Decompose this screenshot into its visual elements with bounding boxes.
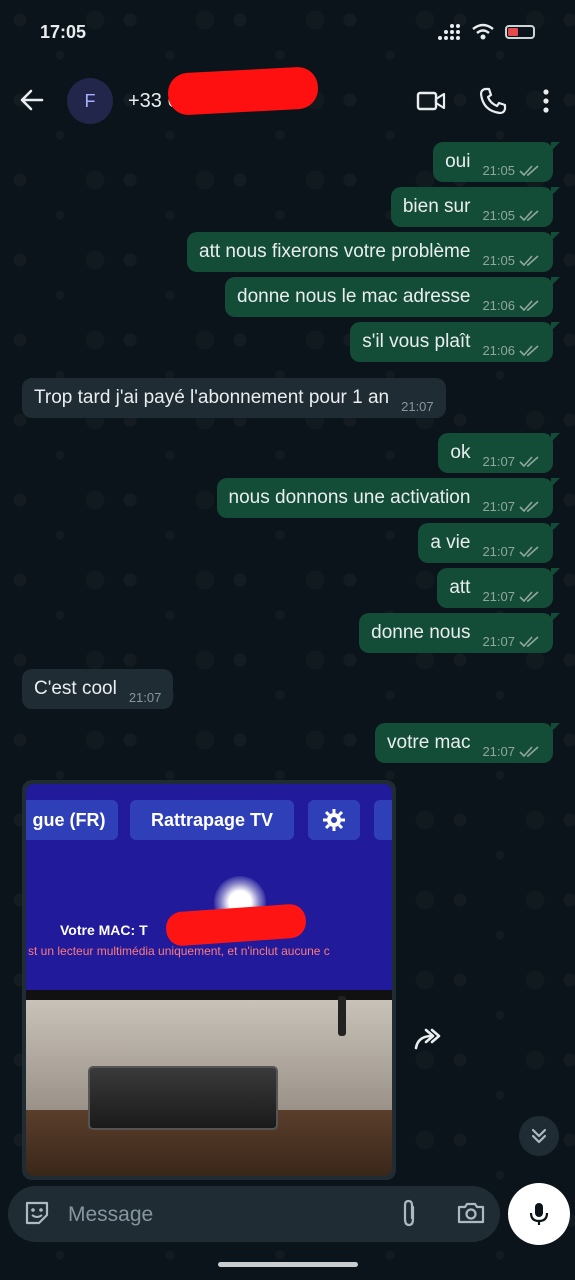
double-check-icon: [519, 345, 539, 356]
outgoing-message[interactable]: votre mac 21:07: [375, 723, 560, 763]
message-time: 21:07: [401, 398, 434, 414]
double-check-icon: [519, 591, 539, 602]
message-text: Trop tard j'ai payé l'abonnement pour 1 …: [34, 387, 390, 408]
signal-icon: [438, 24, 460, 40]
notice-text: st un lecteur multimédia uniquement, et …: [28, 944, 330, 958]
message-text: oui: [445, 151, 471, 172]
double-check-icon: [519, 255, 539, 266]
attach-icon[interactable]: [394, 1198, 424, 1228]
message-meta: 21:07: [129, 690, 162, 705]
incoming-message[interactable]: C'est cool 21:07: [22, 669, 174, 709]
message-input-bar: [8, 1186, 500, 1242]
message-text: a vie: [430, 532, 471, 553]
outgoing-message[interactable]: a vie 21:07: [418, 523, 560, 563]
message-meta: 21:06: [482, 343, 541, 358]
status-icons: [437, 22, 535, 42]
back-arrow-icon[interactable]: [18, 86, 46, 114]
message-meta: 21:05: [482, 253, 541, 268]
double-check-icon: [519, 636, 539, 647]
outgoing-message[interactable]: att 21:07: [437, 568, 560, 608]
mic-button[interactable]: [508, 1183, 570, 1245]
message-time: 21:07: [128, 689, 162, 705]
double-check-icon: [519, 501, 539, 512]
message-text: donne nous le mac adresse: [237, 286, 471, 307]
message-time: 21:06: [482, 342, 515, 358]
cable: [338, 996, 346, 1036]
status-time: 17:05: [40, 22, 87, 42]
video-call-icon[interactable]: [416, 86, 446, 116]
tv-tab-language: gue (FR): [26, 800, 118, 840]
tv-settings-tab: [308, 800, 360, 840]
photo[interactable]: gue (FR) Rattrapage TV Votre MAC: T st u…: [26, 784, 392, 1176]
message-text: nous donnons une activation: [228, 487, 471, 508]
speaker: [88, 1066, 278, 1130]
double-check-icon: [519, 456, 539, 467]
message-time: 21:07: [482, 588, 515, 604]
message-text: att nous fixerons votre problème: [199, 241, 471, 262]
sticker-icon[interactable]: [22, 1198, 52, 1228]
message-time: 21:07: [482, 543, 515, 559]
message-time: 21:05: [482, 162, 515, 178]
gear-icon: [323, 809, 345, 831]
camera-icon[interactable]: [456, 1198, 486, 1228]
incoming-message[interactable]: Trop tard j'ai payé l'abonnement pour 1 …: [22, 378, 446, 418]
mac-label: Votre MAC: T: [60, 922, 148, 938]
message-meta: 21:07: [482, 744, 541, 759]
message-meta: 21:07: [482, 454, 541, 469]
message-time: 21:07: [482, 743, 515, 759]
message-meta: 21:07: [482, 589, 541, 604]
redaction-mark: [164, 903, 308, 947]
message-meta: 21:07: [482, 499, 541, 514]
wifi-icon: [472, 23, 494, 40]
outgoing-message[interactable]: s'il vous plaît 21:06: [350, 322, 560, 362]
double-check-icon: [519, 165, 539, 176]
message-meta: 21:07: [401, 399, 434, 414]
tv-tab-more: [374, 800, 392, 840]
phone-icon[interactable]: [478, 86, 508, 116]
message-meta: 21:07: [482, 544, 541, 559]
forward-icon[interactable]: [410, 1022, 444, 1056]
message-meta: 21:07: [482, 634, 541, 649]
redaction-mark: [167, 66, 319, 116]
double-check-icon: [519, 746, 539, 757]
tv-screen: gue (FR) Rattrapage TV Votre MAC: T st u…: [26, 784, 392, 992]
message-time: 21:07: [482, 498, 515, 514]
message-meta: 21:05: [482, 208, 541, 223]
home-indicator: [218, 1262, 358, 1267]
message-meta: 21:06: [482, 298, 541, 313]
message-text: C'est cool: [34, 678, 117, 699]
more-options-icon[interactable]: [531, 86, 561, 116]
message-time: 21:05: [482, 207, 515, 223]
double-check-icon: [519, 210, 539, 221]
message-text: donne nous: [371, 622, 471, 643]
outgoing-message[interactable]: donne nous le mac adresse 21:06: [225, 277, 560, 317]
avatar[interactable]: F: [67, 78, 113, 124]
status-bar: 17:05: [0, 0, 575, 64]
message-text: s'il vous plaît: [362, 331, 471, 352]
double-check-icon: [519, 546, 539, 557]
scroll-down-icon: [531, 1128, 547, 1144]
message-time: 21:05: [482, 252, 515, 268]
mic-icon: [529, 1203, 549, 1225]
message-text: ok: [450, 442, 471, 463]
message-time: 21:07: [482, 633, 515, 649]
outgoing-message[interactable]: oui 21:05: [433, 142, 560, 182]
image-message[interactable]: gue (FR) Rattrapage TV Votre MAC: T st u…: [22, 780, 396, 1180]
outgoing-message[interactable]: donne nous 21:07: [359, 613, 560, 653]
message-text: bien sur: [402, 196, 471, 217]
tv-tab-replay: Rattrapage TV: [130, 800, 294, 840]
double-check-icon: [519, 300, 539, 311]
message-time: 21:07: [482, 453, 515, 469]
message-text: att: [449, 577, 471, 598]
outgoing-message[interactable]: bien sur 21:05: [390, 187, 561, 227]
outgoing-message[interactable]: ok 21:07: [438, 433, 560, 473]
outgoing-message[interactable]: nous donnons une activation 21:07: [216, 478, 561, 518]
outgoing-message[interactable]: att nous fixerons votre problème 21:05: [187, 232, 560, 272]
message-input[interactable]: [66, 1200, 370, 1230]
scroll-down-button[interactable]: [519, 1116, 559, 1156]
battery-icon: [505, 25, 535, 39]
message-meta: 21:05: [482, 163, 541, 178]
message-time: 21:06: [482, 297, 515, 313]
message-text: votre mac: [387, 732, 471, 753]
